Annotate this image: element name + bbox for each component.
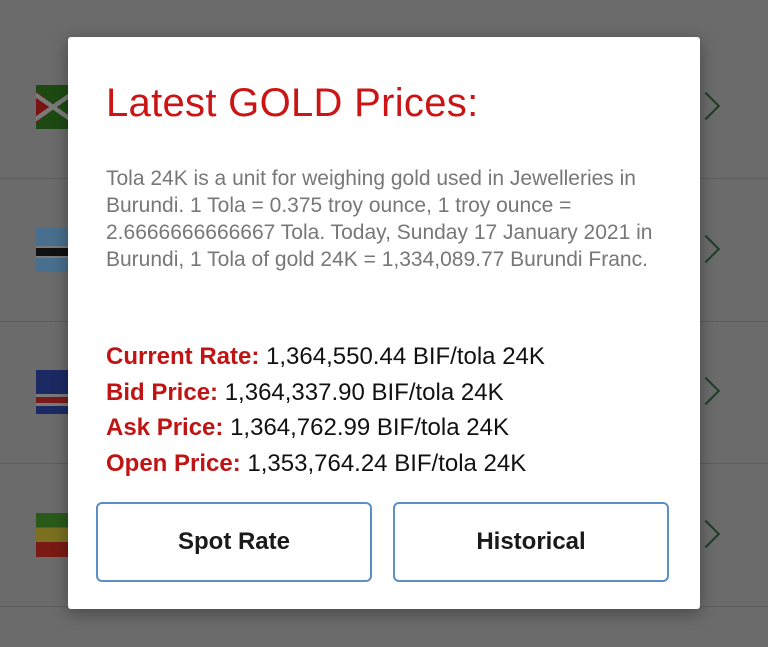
- cape-verde-flag-icon: [36, 370, 70, 414]
- bid-price-value: 1,364,337.90 BIF/tola 24K: [224, 378, 504, 406]
- ethiopia-flag-icon: [36, 513, 70, 557]
- ask-price-row: Ask Price: 1,364,762.99 BIF/tola 24K: [106, 410, 686, 446]
- dialog-title: Latest GOLD Prices:: [106, 81, 479, 125]
- spot-rate-button[interactable]: Spot Rate: [96, 502, 372, 582]
- gold-prices-dialog: Latest GOLD Prices: Tola 24K is a unit f…: [68, 37, 700, 609]
- open-price-row: Open Price: 1,353,764.24 BIF/tola 24K: [106, 446, 686, 482]
- current-rate-row: Current Rate: 1,364,550.44 BIF/tola 24K: [106, 339, 686, 375]
- botswana-flag-icon: [36, 228, 70, 272]
- bid-price-label: Bid Price:: [106, 378, 219, 406]
- ask-price-label: Ask Price:: [106, 414, 224, 441]
- ask-price-value: 1,364,762.99 BIF/tola 24K: [230, 414, 509, 441]
- burundi-flag-icon: [36, 85, 70, 129]
- open-price-label: Open Price:: [106, 449, 241, 477]
- current-rate-value: 1,364,550.44 BIF/tola 24K: [266, 343, 545, 370]
- tola-description: Tola 24K is a unit for weighing gold use…: [106, 167, 653, 271]
- bid-price-row: Bid Price: 1,364,337.90 BIF/tola 24K: [106, 375, 686, 411]
- current-rate-label: Current Rate:: [106, 343, 260, 370]
- historical-button[interactable]: Historical: [393, 502, 669, 582]
- rates-list: Current Rate: 1,364,550.44 BIF/tola 24K …: [106, 339, 686, 481]
- open-price-value: 1,353,764.24 BIF/tola 24K: [247, 449, 527, 477]
